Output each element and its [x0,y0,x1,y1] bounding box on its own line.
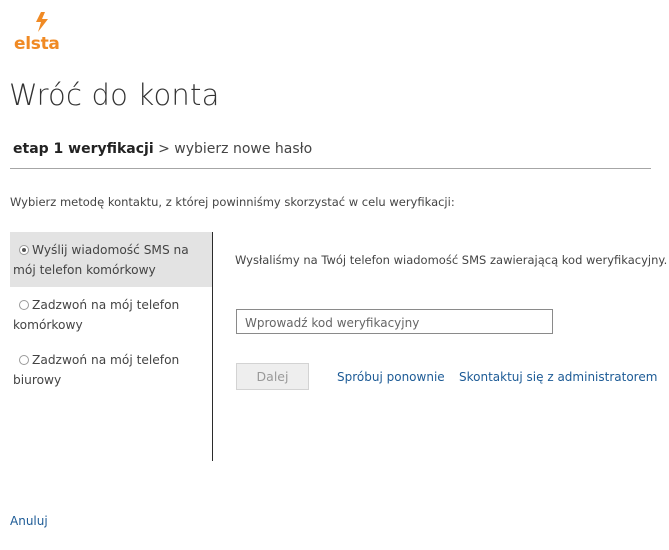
retry-link[interactable]: Spróbuj ponownie [337,370,445,384]
breadcrumb-step-active: etap 1 weryfikacji [13,141,154,157]
option-sms-mobile[interactable]: Wyślij wiadomość SMS na mój telefon komó… [10,232,212,287]
logo-text: elsta [14,34,60,54]
contact-admin-link[interactable]: Skontaktuj się z administratorem [459,370,657,384]
next-button[interactable]: Dalej [236,363,309,390]
option-call-office[interactable]: Zadzwoń na mój telefon biurowy [10,342,212,397]
cancel-link[interactable]: Anuluj [10,514,48,528]
instruction-text: Wybierz metodę kontaktu, z której powinn… [10,195,455,209]
option-call-mobile[interactable]: Zadzwoń na mój telefon komórkowy [10,287,212,342]
radio-button[interactable] [19,355,29,365]
verification-code-input[interactable] [236,309,553,334]
breadcrumb-step-next: wybierz nowe hasło [174,141,313,157]
option-label: Wyślij wiadomość SMS na mój telefon komó… [13,243,189,277]
radio-button-selected[interactable] [19,245,29,255]
breadcrumb: etap 1 weryfikacji > wybierz nowe hasło [13,141,312,157]
option-label: Zadzwoń na mój telefon komórkowy [13,298,180,332]
page-title: Wróć do konta [9,78,220,112]
sms-sent-message: Wysłaliśmy na Twój telefon wiadomość SMS… [235,253,668,267]
elsta-logo: elsta [14,12,64,56]
radio-button[interactable] [19,300,29,310]
option-label: Zadzwoń na mój telefon biurowy [13,353,180,387]
contact-method-list: Wyślij wiadomość SMS na mój telefon komó… [10,232,213,461]
header-divider [10,168,651,169]
lightning-bolt-icon [36,12,48,32]
breadcrumb-separator: > [158,141,170,157]
